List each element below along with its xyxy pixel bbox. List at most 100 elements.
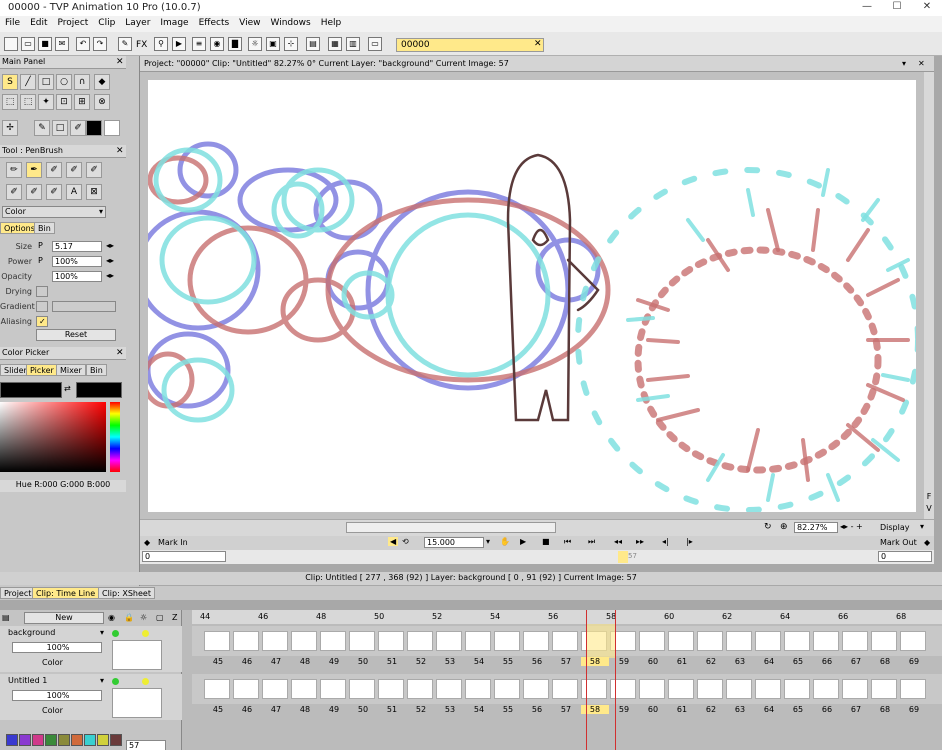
opacity-input[interactable]: 100%	[52, 271, 102, 282]
frame-cell[interactable]	[407, 631, 433, 651]
frame-cell[interactable]	[262, 631, 288, 651]
select-rect-icon[interactable]: ⬚	[2, 94, 18, 110]
gradient-bar[interactable]	[52, 301, 116, 312]
frame-cell[interactable]	[233, 631, 259, 651]
mark-in-field[interactable]: 0	[142, 551, 226, 562]
frame-cell[interactable]	[204, 631, 230, 651]
ruler-number[interactable]: 50	[374, 612, 402, 621]
frame-cell[interactable]	[900, 679, 926, 699]
palette-swatch[interactable]	[71, 734, 83, 746]
layer-name[interactable]: background	[8, 628, 55, 637]
clear-field-icon[interactable]: ✕	[534, 39, 542, 49]
menu-clip[interactable]: Clip	[93, 16, 120, 28]
tab-timeline[interactable]: Clip: Time Line	[32, 587, 100, 599]
menu-layer[interactable]: Layer	[120, 16, 155, 28]
size-input[interactable]: 5.17	[52, 241, 102, 252]
ruler-number[interactable]: 62	[722, 612, 750, 621]
palette-swatch[interactable]	[97, 734, 109, 746]
oil-icon[interactable]: ✐	[26, 184, 42, 200]
layer-visible-dot[interactable]	[112, 678, 119, 685]
layer-light-dot[interactable]	[142, 678, 149, 685]
display-chevron-icon[interactable]: ▾	[920, 522, 924, 531]
palette-swatch[interactable]	[84, 734, 96, 746]
magic-wand-icon[interactable]: ✦	[38, 94, 54, 110]
crayon-icon[interactable]: ✐	[66, 162, 82, 178]
penbrush-icon[interactable]: ✒	[26, 162, 42, 178]
hand-icon[interactable]: ✋	[500, 537, 510, 546]
paint-icon[interactable]: ✐	[6, 184, 22, 200]
frame-cell[interactable]	[552, 631, 578, 651]
frame-cell[interactable]	[726, 631, 752, 651]
tab-xsheet[interactable]: Clip: XSheet	[98, 587, 155, 599]
size-p-flag[interactable]: P	[38, 241, 43, 250]
frame-cell[interactable]	[668, 631, 694, 651]
untitled-layer-track[interactable]	[192, 674, 942, 704]
close-tool-panel-icon[interactable]: ✕	[116, 146, 124, 156]
drying-checkbox[interactable]	[36, 286, 48, 297]
pen-color-icon[interactable]: ✎	[34, 120, 50, 136]
palette-swatch[interactable]	[6, 734, 18, 746]
swap-colors-icon[interactable]: ⇄	[64, 384, 71, 393]
ruler-number[interactable]: 60	[664, 612, 692, 621]
frame-cell[interactable]	[320, 679, 346, 699]
frame-cell[interactable]	[581, 679, 607, 699]
menu-project[interactable]: Project	[53, 16, 94, 28]
frame-cell[interactable]	[262, 679, 288, 699]
layer-opacity[interactable]: 100%	[12, 642, 102, 653]
fit-icon[interactable]: ⊕	[780, 522, 788, 532]
crop-icon[interactable]: ⊹	[284, 37, 298, 51]
canvas-menu-icon[interactable]: ▾	[902, 56, 906, 71]
size-stepper-icon[interactable]: ◂▸	[106, 241, 114, 250]
layer-opacity[interactable]: 100%	[12, 690, 102, 701]
layer-chevron-icon[interactable]: ▾	[100, 628, 104, 637]
color-wheel-icon[interactable]: ◉	[210, 37, 224, 51]
ellipse-tool-icon[interactable]: ○	[56, 74, 72, 90]
frame-cell[interactable]	[842, 679, 868, 699]
layer-chevron-icon[interactable]: ▾	[100, 676, 104, 685]
frame-cell[interactable]	[639, 679, 665, 699]
frame-cell[interactable]	[349, 679, 375, 699]
fps-field[interactable]: 15.000	[424, 537, 484, 548]
fill-tool-icon[interactable]: ◆	[94, 74, 110, 90]
play-icon[interactable]: ▶	[172, 37, 186, 51]
first-frame-button[interactable]: ⏮	[564, 537, 571, 547]
frame-cell[interactable]	[465, 631, 491, 651]
menu-effects[interactable]: Effects	[194, 16, 235, 28]
color-field[interactable]	[0, 402, 106, 472]
fx-label[interactable]: FX	[136, 40, 147, 50]
close-color-panel-icon[interactable]: ✕	[116, 348, 124, 358]
loop-icon[interactable]: ⟲	[402, 537, 409, 546]
zoom-field[interactable]: 82.27%	[794, 522, 838, 533]
airbrush-icon[interactable]: ✐	[86, 162, 102, 178]
mark-out-field[interactable]: 0	[878, 551, 932, 562]
table-icon[interactable]: ▥	[346, 37, 360, 51]
rectangle-tool-icon[interactable]: □	[38, 74, 54, 90]
layer-light-dot[interactable]	[142, 630, 149, 637]
ruler-number[interactable]: 48	[316, 612, 344, 621]
frame-cell[interactable]	[668, 679, 694, 699]
warp-icon[interactable]: ⊞	[74, 94, 90, 110]
pencil-icon[interactable]: ✏	[6, 162, 22, 178]
tab-bin[interactable]: Bin	[34, 222, 55, 234]
frame-cell[interactable]	[204, 679, 230, 699]
project-field[interactable]: 00000	[396, 38, 544, 52]
frame-cell[interactable]	[291, 679, 317, 699]
watercolor-icon[interactable]: ✐	[46, 184, 62, 200]
brush-settings-icon[interactable]: ✎	[118, 37, 132, 51]
background-layer-track[interactable]	[192, 626, 942, 656]
power-stepper-icon[interactable]: ◂▸	[106, 256, 114, 265]
frame-cell[interactable]	[813, 631, 839, 651]
color-a-swatch[interactable]	[86, 120, 102, 136]
power-input[interactable]: 100%	[52, 256, 102, 267]
color-b-swatch[interactable]	[104, 120, 120, 136]
ruler-number[interactable]: 52	[432, 612, 460, 621]
ruler-number[interactable]: 64	[780, 612, 808, 621]
side-letter-f[interactable]: F	[924, 492, 934, 501]
eyedropper-icon[interactable]: ✐	[70, 120, 86, 136]
display-label[interactable]: Display	[880, 523, 910, 532]
frame-cell[interactable]	[552, 679, 578, 699]
canvas-vertical-scrollbar[interactable]: F V	[924, 72, 934, 519]
minimize-icon[interactable]: —	[852, 0, 882, 16]
undo-icon[interactable]: ↶	[76, 37, 90, 51]
frame-cell[interactable]	[407, 679, 433, 699]
